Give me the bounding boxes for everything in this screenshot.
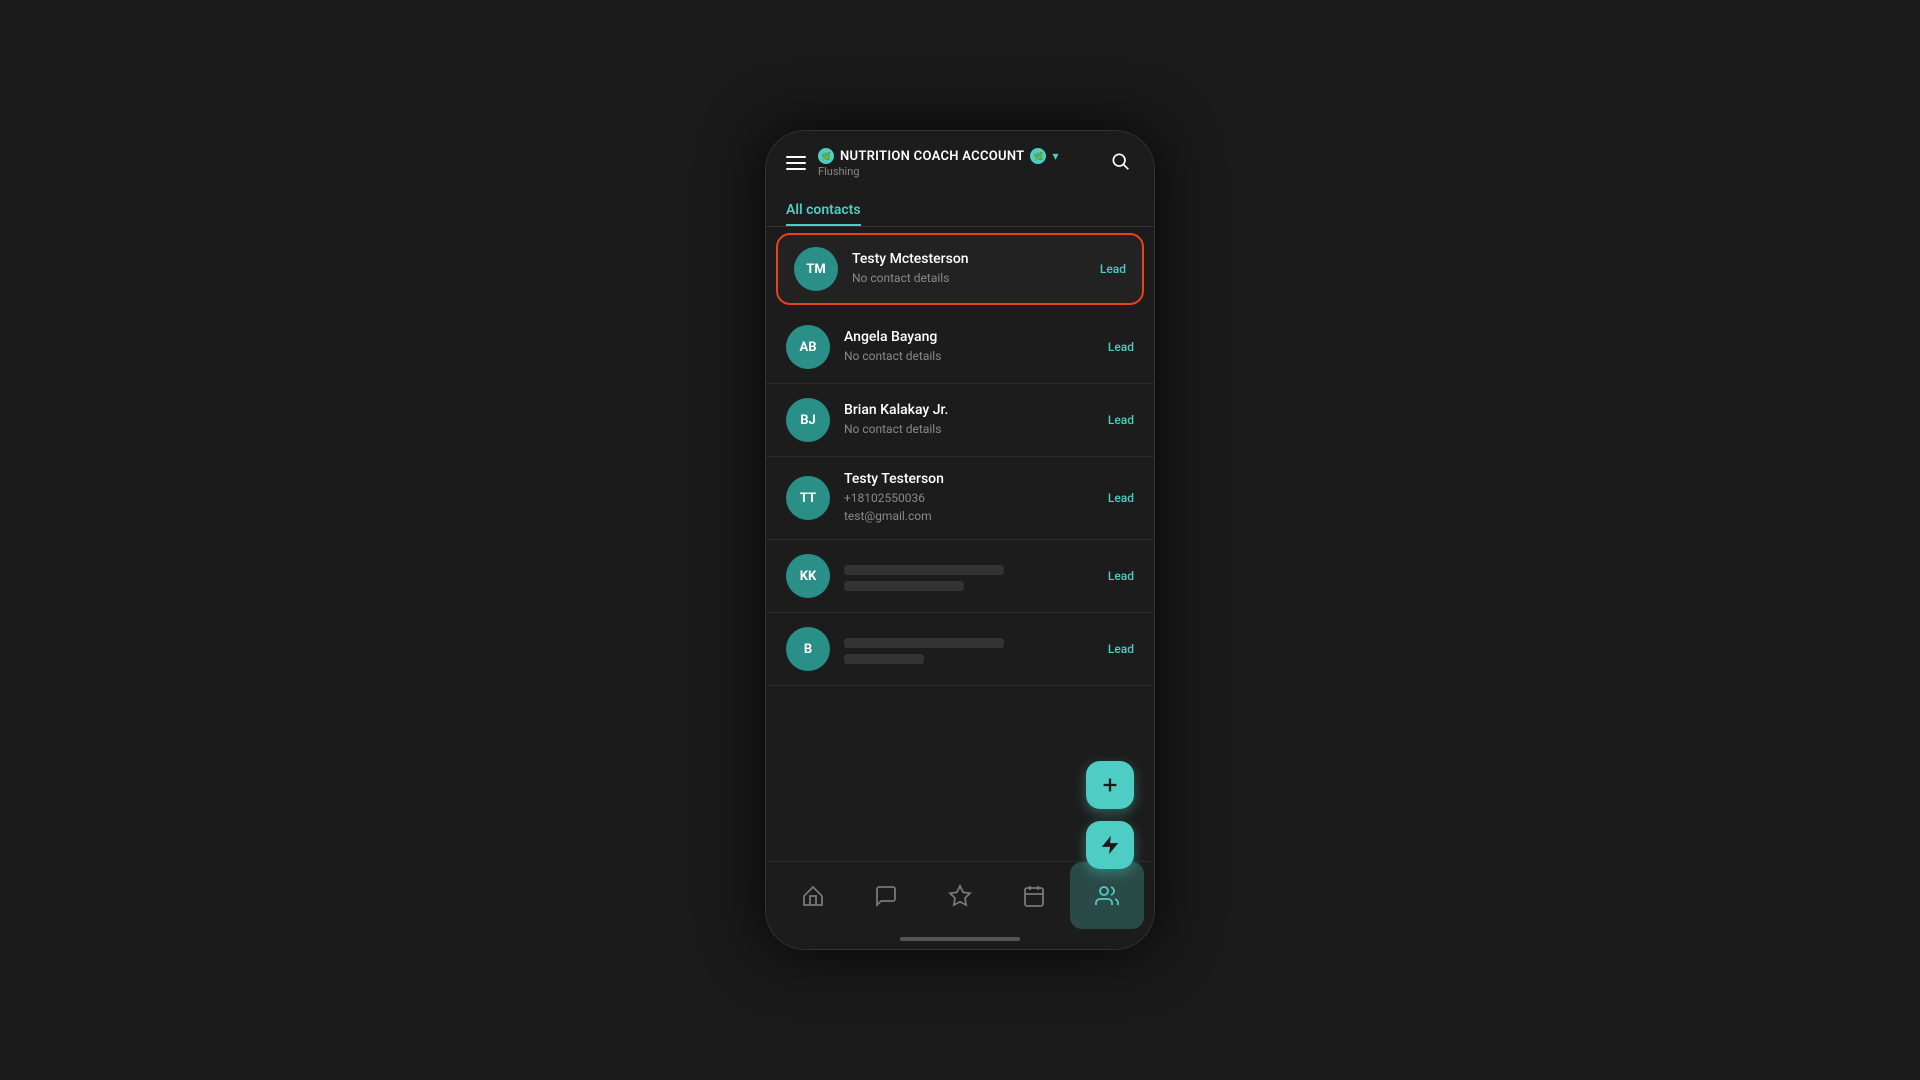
contact-row-ab[interactable]: AB Angela Bayang No contact details Lead [766, 311, 1154, 384]
contact-detail-ab: No contact details [844, 347, 1100, 365]
account-avatar-icon: 🌿 [818, 148, 834, 164]
contact-badge-tt: Lead [1108, 491, 1134, 505]
search-button[interactable] [1106, 147, 1134, 179]
section-header: All contacts [766, 191, 1154, 226]
nav-home[interactable] [776, 862, 850, 929]
add-contact-button[interactable] [1086, 761, 1134, 809]
contact-name-ab: Angela Bayang [844, 329, 1100, 345]
contact-redacted-kk-2 [844, 581, 964, 591]
header-left: 🌿 NUTRITION COACH ACCOUNT 🌿 ▾ Flushing [786, 148, 1059, 178]
contact-info-bj: Brian Kalakay Jr. No contact details [844, 402, 1100, 438]
contact-info-ab: Angela Bayang No contact details [844, 329, 1100, 365]
contact-detail-tm: No contact details [852, 269, 1092, 287]
all-contacts-label: All contacts [786, 202, 861, 226]
phone-frame: 🌿 NUTRITION COACH ACCOUNT 🌿 ▾ Flushing A… [765, 130, 1155, 950]
screen: 🌿 NUTRITION COACH ACCOUNT 🌿 ▾ Flushing A… [766, 131, 1154, 949]
fab-container [1086, 761, 1134, 869]
header: 🌿 NUTRITION COACH ACCOUNT 🌿 ▾ Flushing [766, 131, 1154, 191]
quick-action-button[interactable] [1086, 821, 1134, 869]
nav-calendar[interactable] [997, 862, 1071, 929]
nav-contacts[interactable] [1070, 862, 1144, 929]
avatar-tt: TT [786, 476, 830, 520]
account-title-block: 🌿 NUTRITION COACH ACCOUNT 🌿 ▾ Flushing [818, 148, 1059, 178]
avatar-b: B [786, 627, 830, 671]
contact-badge-bj: Lead [1108, 413, 1134, 427]
account-title-row[interactable]: 🌿 NUTRITION COACH ACCOUNT 🌿 ▾ [818, 148, 1059, 164]
nav-favorites[interactable] [923, 862, 997, 929]
account-badge-icon: 🌿 [1030, 148, 1046, 164]
contact-name-tm: Testy Mctesterson [852, 251, 1092, 267]
contact-row-highlighted[interactable]: TM Testy Mctesterson No contact details … [776, 233, 1144, 305]
contact-badge-tm: Lead [1100, 262, 1126, 276]
contact-row-bj[interactable]: BJ Brian Kalakay Jr. No contact details … [766, 384, 1154, 457]
contact-badge-kk: Lead [1108, 569, 1134, 583]
contact-email-tt: test@gmail.com [844, 507, 1100, 525]
contact-name-bj: Brian Kalakay Jr. [844, 402, 1100, 418]
contact-info-tm: Testy Mctesterson No contact details [852, 251, 1092, 287]
contact-row-b[interactable]: B Lead [766, 613, 1154, 686]
hamburger-menu-icon[interactable] [786, 156, 806, 170]
contact-badge-ab: Lead [1108, 340, 1134, 354]
location-label: Flushing [818, 165, 1059, 178]
contact-badge-b: Lead [1108, 642, 1134, 656]
avatar-ab: AB [786, 325, 830, 369]
contact-info-kk [844, 561, 1100, 591]
contact-name-tt: Testy Testerson [844, 471, 1100, 487]
contact-redacted-b [844, 638, 1004, 648]
contact-detail-bj: No contact details [844, 420, 1100, 438]
contact-phone-tt: +18102550036 [844, 489, 1100, 507]
avatar-bj: BJ [786, 398, 830, 442]
contact-info-b [844, 634, 1100, 664]
contact-redacted-b-2 [844, 654, 924, 664]
avatar-tm: TM [794, 247, 838, 291]
avatar-kk: KK [786, 554, 830, 598]
contact-row-tt[interactable]: TT Testy Testerson +18102550036 test@gma… [766, 457, 1154, 540]
bottom-nav [766, 861, 1154, 929]
home-pill [900, 937, 1020, 941]
contact-redacted-kk [844, 565, 1004, 575]
contact-row-kk[interactable]: KK Lead [766, 540, 1154, 613]
account-name: NUTRITION COACH ACCOUNT [840, 149, 1024, 164]
contact-info-tt: Testy Testerson +18102550036 test@gmail.… [844, 471, 1100, 525]
chevron-down-icon[interactable]: ▾ [1052, 149, 1058, 163]
nav-messages[interactable] [850, 862, 924, 929]
home-indicator [766, 929, 1154, 949]
